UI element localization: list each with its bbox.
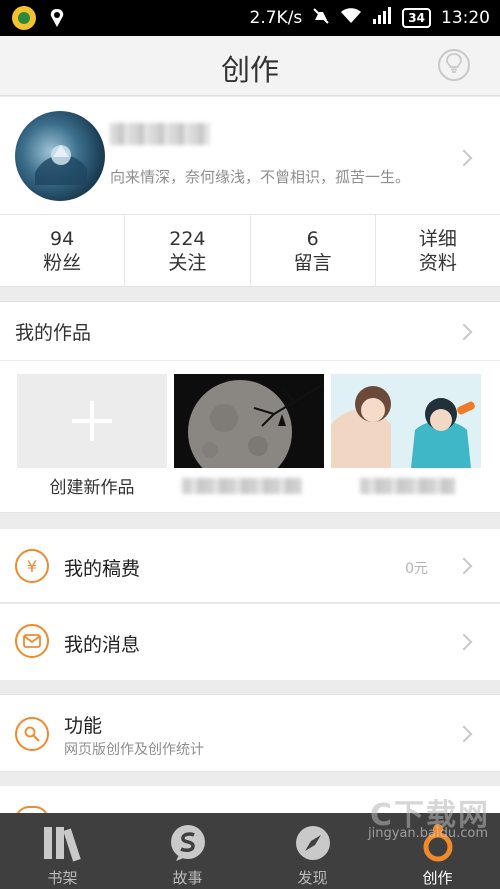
bookshelf-icon [41, 823, 85, 867]
page-title: 创作 [220, 53, 279, 87]
nickname-blurred [110, 123, 210, 145]
stat-label: 留言 [293, 252, 332, 274]
create-work-button[interactable] [17, 374, 167, 468]
work-thumbnail-anime[interactable] [331, 374, 481, 468]
profile-signature: 向来情深，奈何缘浅，不曾相识，孤苦一生。 [110, 168, 411, 186]
plus-icon [72, 401, 112, 441]
messages-label: 我的消息 [64, 634, 141, 656]
story-icon [166, 823, 210, 867]
my-works-section: 我的作品 创建新作品 [0, 301, 500, 513]
network-speed: 2.7K/s [249, 8, 303, 28]
stat-value: 94 [50, 228, 75, 250]
stat-fans[interactable]: 94 粉丝 [0, 215, 126, 286]
work-thumbnail-moon[interactable] [174, 374, 324, 468]
stats-bar: 94 粉丝 224 关注 6 留言 详细 资料 [0, 215, 500, 287]
stat-details[interactable]: 详细 资料 [376, 215, 500, 286]
nav-bookshelf[interactable]: 书架 [0, 813, 125, 889]
nav-discover[interactable]: 发现 [250, 813, 375, 889]
clock: 13:20 [441, 8, 490, 28]
compass-icon [291, 823, 335, 867]
stat-value: 224 [169, 228, 206, 250]
mute-icon [312, 7, 330, 30]
notification-icon [46, 7, 68, 29]
stat-value: 详细 [418, 228, 457, 250]
stat-label: 粉丝 [43, 252, 82, 274]
royalty-value: 0元 [405, 561, 428, 577]
nav-label: 创作 [422, 869, 453, 887]
features-label: 功能 [64, 715, 103, 737]
stat-label: 资料 [418, 252, 457, 274]
watermark-url: jingyan.baidu.com [368, 826, 488, 841]
yen-icon: ¥ [15, 549, 49, 583]
work-title-blurred [182, 478, 302, 494]
divider [0, 360, 500, 361]
work-title-blurred [360, 478, 455, 494]
wifi-icon [340, 7, 362, 30]
avatar[interactable] [15, 111, 105, 201]
royalty-row[interactable]: ¥ 我的稿费 0元 [0, 529, 500, 603]
messages-row[interactable]: 我的消息 [0, 604, 500, 680]
features-subtitle: 网页版创作及创作统计 [64, 742, 204, 758]
app-notification-icon [12, 6, 36, 30]
tools-icon [15, 717, 49, 751]
mail-icon [15, 624, 49, 658]
royalty-label: 我的稿费 [64, 558, 141, 580]
stat-value: 6 [306, 228, 319, 250]
battery-indicator: 34 [402, 8, 431, 28]
stat-messages[interactable]: 6 留言 [251, 215, 376, 286]
chevron-right-icon [455, 149, 473, 167]
lightbulb-icon [446, 53, 462, 77]
signal-icon [372, 6, 392, 30]
chevron-right-icon [455, 633, 473, 651]
chevron-right-icon [455, 557, 473, 575]
features-row[interactable]: 功能 网页版创作及创作统计 [0, 694, 500, 772]
create-work-label: 创建新作品 [49, 478, 135, 498]
chevron-right-icon [455, 725, 473, 743]
tips-button[interactable] [438, 49, 470, 81]
my-works-title[interactable]: 我的作品 [15, 318, 91, 345]
stat-label: 关注 [168, 252, 207, 274]
chevron-right-icon [455, 323, 473, 341]
stat-following[interactable]: 224 关注 [125, 215, 251, 286]
profile-card[interactable] [0, 97, 500, 215]
nav-label: 发现 [297, 869, 328, 887]
nav-label: 故事 [172, 869, 203, 887]
app-header: 创作 [0, 36, 500, 96]
nav-stories[interactable]: 故事 [125, 813, 250, 889]
nav-label: 书架 [47, 869, 78, 887]
status-bar: 2.7K/s 34 13:20 [0, 0, 500, 36]
